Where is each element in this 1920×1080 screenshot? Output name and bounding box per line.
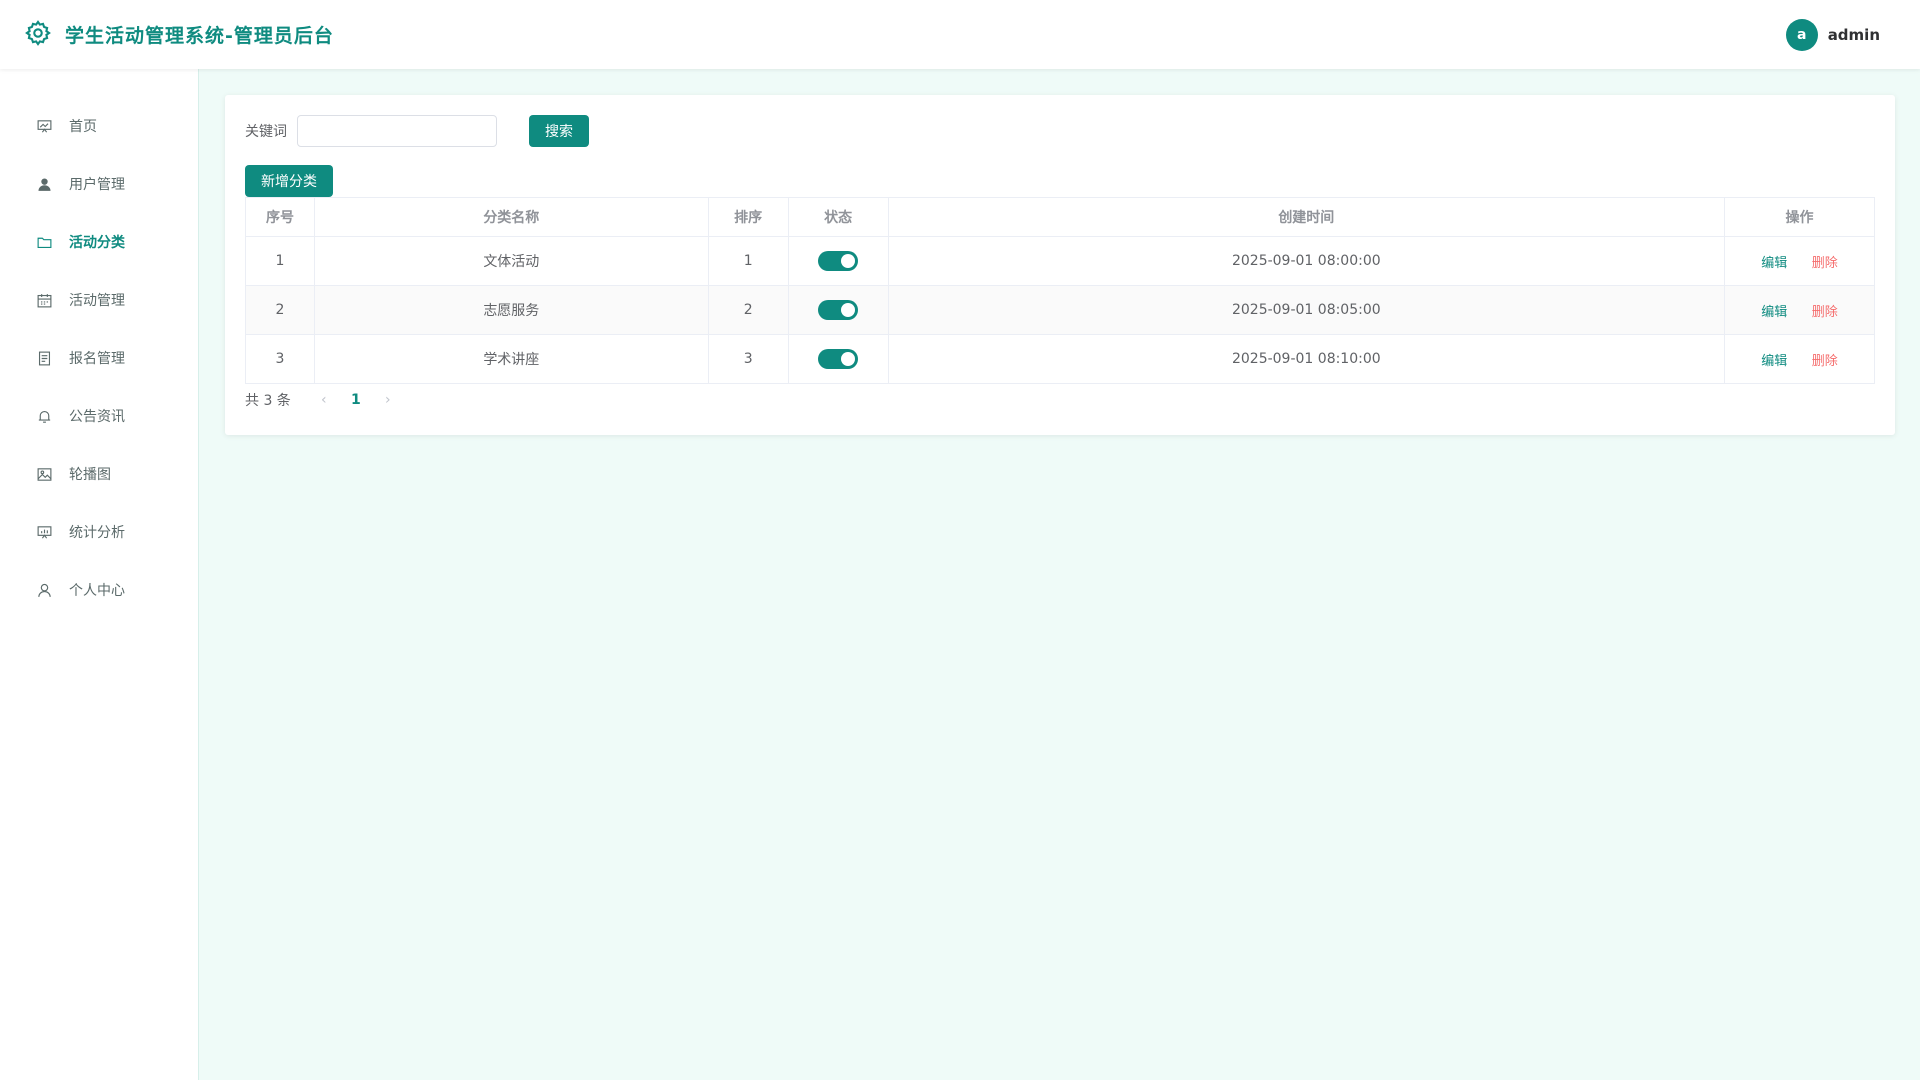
cell-name: 学术讲座 — [313, 334, 709, 384]
cell-created: 2025-09-01 08:00:00 — [887, 236, 1726, 286]
sidebar-item-users[interactable]: 用户管理 — [0, 155, 198, 213]
search-bar: 关键词 搜索 — [245, 115, 1875, 147]
sidebar-item-label: 报名管理 — [69, 351, 125, 367]
cell-index: 1 — [245, 236, 315, 286]
table-row: 2 志愿服务 2 2025-09-01 08:05:00 编辑 删除 — [245, 285, 1875, 335]
sidebar-item-label: 用户管理 — [69, 177, 125, 193]
column-header-created[interactable]: 创建时间 — [887, 197, 1726, 237]
status-toggle[interactable] — [818, 349, 859, 369]
cell-sort: 2 — [707, 285, 789, 335]
edit-link[interactable]: 编辑 — [1761, 305, 1787, 320]
bell-icon — [35, 407, 53, 425]
sidebar-item-activity-management[interactable]: 活动管理 — [0, 271, 198, 329]
toggle-knob — [841, 352, 856, 366]
pagination: 共 3 条 ‹ 1 › — [245, 384, 1875, 416]
user-menu[interactable]: a admin — [1785, 18, 1920, 51]
cell-index: 3 — [245, 334, 315, 384]
sidebar-item-label: 统计分析 — [69, 525, 125, 541]
column-header-status[interactable]: 状态 — [787, 197, 889, 237]
sidebar-item-home[interactable]: 首页 — [0, 97, 198, 155]
user-icon — [35, 175, 53, 193]
table-header-row: 序号 分类名称 排序 状态 创建时间 操作 — [245, 197, 1875, 237]
status-toggle[interactable] — [818, 300, 859, 320]
cell-sort: 3 — [707, 334, 789, 384]
calendar-icon — [35, 291, 53, 309]
sidebar: 首页 用户管理 活动分类 活动管理 报名管理 公告资讯 轮播图 统计分析 个人中… — [0, 69, 199, 1080]
content-card: 关键词 搜索 新增分类 序号 分类名称 排序 状态 创建时间 操作 1 文体活动… — [225, 95, 1895, 435]
brand: 学生活动管理系统-管理员后台 — [0, 19, 334, 51]
cell-actions: 编辑 删除 — [1724, 285, 1875, 335]
delete-link[interactable]: 删除 — [1812, 305, 1838, 320]
delete-link[interactable]: 删除 — [1812, 354, 1838, 369]
cell-index: 2 — [245, 285, 315, 335]
data-board-icon — [35, 523, 53, 541]
gear-icon — [24, 19, 52, 51]
sidebar-item-label: 活动管理 — [69, 293, 125, 309]
cell-sort: 1 — [707, 236, 789, 286]
sidebar-item-label: 首页 — [69, 119, 97, 135]
total-count: 共 3 条 — [245, 393, 291, 409]
column-header-actions: 操作 — [1724, 197, 1875, 237]
sidebar-item-profile[interactable]: 个人中心 — [0, 561, 198, 619]
cell-status — [787, 285, 889, 335]
edit-link[interactable]: 编辑 — [1761, 256, 1787, 271]
next-page-button[interactable]: › — [373, 392, 403, 408]
column-header-name[interactable]: 分类名称 — [313, 197, 709, 237]
sidebar-item-statistics[interactable]: 统计分析 — [0, 503, 198, 561]
cell-created: 2025-09-01 08:10:00 — [887, 334, 1726, 384]
table-row: 1 文体活动 1 2025-09-01 08:00:00 编辑 删除 — [245, 236, 1875, 286]
column-header-sort[interactable]: 排序 — [707, 197, 789, 237]
prev-page-button[interactable]: ‹ — [309, 392, 339, 408]
presentation-chart-icon — [35, 117, 53, 135]
delete-link[interactable]: 删除 — [1812, 256, 1838, 271]
document-icon — [35, 349, 53, 367]
folder-icon — [35, 233, 53, 251]
user-outline-icon — [35, 581, 53, 599]
cell-created: 2025-09-01 08:05:00 — [887, 285, 1726, 335]
top-header: 学生活动管理系统-管理员后台 a admin — [0, 0, 1920, 69]
sidebar-item-label: 轮播图 — [69, 467, 111, 483]
sidebar-item-label: 活动分类 — [69, 235, 125, 251]
toggle-knob — [841, 254, 856, 268]
table-row: 3 学术讲座 3 2025-09-01 08:10:00 编辑 删除 — [245, 334, 1875, 384]
sidebar-item-activity-category[interactable]: 活动分类 — [0, 213, 198, 271]
edit-link[interactable]: 编辑 — [1761, 354, 1787, 369]
page-number-current[interactable]: 1 — [339, 392, 373, 408]
cell-status — [787, 236, 889, 286]
cell-status — [787, 334, 889, 384]
sidebar-item-label: 公告资讯 — [69, 409, 125, 425]
avatar[interactable]: a — [1785, 18, 1818, 51]
cell-name: 文体活动 — [313, 236, 709, 286]
status-toggle[interactable] — [818, 251, 859, 271]
sidebar-item-label: 个人中心 — [69, 583, 125, 599]
picture-icon — [35, 465, 53, 483]
toggle-knob — [841, 303, 856, 317]
add-category-button[interactable]: 新增分类 — [245, 165, 333, 197]
column-header-index[interactable]: 序号 — [245, 197, 315, 237]
cell-actions: 编辑 删除 — [1724, 334, 1875, 384]
keyword-label: 关键词 — [245, 124, 287, 140]
cell-name: 志愿服务 — [313, 285, 709, 335]
sidebar-item-registration[interactable]: 报名管理 — [0, 329, 198, 387]
sidebar-item-carousel[interactable]: 轮播图 — [0, 445, 198, 503]
username[interactable]: admin — [1828, 26, 1880, 44]
app-title: 学生活动管理系统-管理员后台 — [65, 25, 334, 47]
search-button[interactable]: 搜索 — [529, 115, 589, 147]
sidebar-item-announcements[interactable]: 公告资讯 — [0, 387, 198, 445]
keyword-input[interactable] — [297, 115, 497, 147]
category-table: 序号 分类名称 排序 状态 创建时间 操作 1 文体活动 1 2025-09-0… — [245, 197, 1875, 384]
cell-actions: 编辑 删除 — [1724, 236, 1875, 286]
